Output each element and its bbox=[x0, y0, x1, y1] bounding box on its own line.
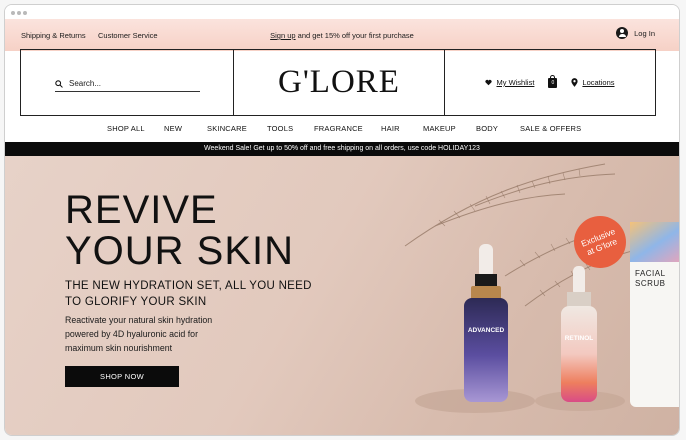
heart-icon bbox=[485, 79, 493, 86]
hero-description-line: Reactivate your natural skin hydration bbox=[65, 315, 213, 325]
locations-label: Locations bbox=[582, 78, 615, 87]
hero-description-line: powered by 4D hyaluronic acid for bbox=[65, 329, 199, 339]
hero-title-line: YOUR SKIN bbox=[65, 229, 295, 273]
search-icon bbox=[55, 79, 63, 88]
nav-item-tools[interactable]: TOOLS bbox=[267, 124, 293, 133]
window-dot bbox=[17, 11, 21, 15]
browser-window: Shipping & Returns Customer Service Sign… bbox=[4, 4, 680, 436]
scrub-label-line: FACIAL bbox=[635, 269, 666, 278]
hero-subtitle: THE NEW HYDRATION SET, ALL YOU NEED TO G… bbox=[65, 278, 315, 310]
search-input[interactable] bbox=[69, 79, 189, 88]
site-header: G'LORE My Wishlist 0 Locations bbox=[20, 49, 656, 116]
hero-subtitle-line: THE NEW HYDRATION SET, ALL YOU NEED bbox=[65, 280, 312, 292]
facial-scrub-tube bbox=[630, 222, 679, 407]
login-label: Log In bbox=[634, 28, 655, 38]
nav-item-skincare[interactable]: SKINCARE bbox=[207, 124, 247, 133]
hero-subtitle-line: TO GLORIFY YOUR SKIN bbox=[65, 296, 207, 308]
shop-now-button[interactable]: SHOP NOW bbox=[65, 366, 179, 387]
hero-title: REVIVE YOUR SKIN bbox=[65, 190, 294, 272]
shopping-bag-icon[interactable]: 0 bbox=[548, 74, 558, 88]
wishlist-link[interactable]: My Wishlist bbox=[485, 78, 534, 87]
window-chrome bbox=[5, 5, 679, 19]
locations-link[interactable]: Locations bbox=[571, 78, 615, 87]
hero-description: Reactivate your natural skin hydration p… bbox=[65, 313, 255, 355]
nav-item-hair[interactable]: HAIR bbox=[381, 124, 400, 133]
nav-item-sale-offers[interactable]: SALE & OFFERS bbox=[520, 124, 581, 133]
signup-promo: Sign up and get 15% off your first purch… bbox=[5, 31, 679, 40]
location-pin-icon bbox=[571, 78, 578, 87]
site-logo[interactable]: G'LORE bbox=[278, 64, 400, 101]
search-bar[interactable] bbox=[55, 76, 200, 92]
advanced-bottle-label: ADVANCED bbox=[467, 327, 505, 334]
user-icon bbox=[616, 27, 629, 39]
advanced-serum-bottle bbox=[464, 244, 508, 402]
login-button[interactable]: Log In bbox=[616, 27, 655, 39]
window-dot bbox=[23, 11, 27, 15]
promo-text: and get 15% off your first purchase bbox=[295, 31, 414, 40]
nav-item-new[interactable]: NEW bbox=[164, 124, 182, 133]
retinol-bottle-label: RETINOL bbox=[564, 335, 594, 342]
sale-banner: Weekend Sale! Get up to 50% off and free… bbox=[5, 142, 679, 156]
nav-item-fragrance[interactable]: FRAGRANCE bbox=[314, 124, 363, 133]
announcement-topbar: Shipping & Returns Customer Service Sign… bbox=[5, 19, 679, 51]
main-nav: SHOP ALL NEW SKINCARE TOOLS FRAGRANCE HA… bbox=[5, 122, 679, 138]
window-dot bbox=[11, 11, 15, 15]
account-cell: My Wishlist 0 Locations bbox=[445, 50, 655, 115]
nav-item-body[interactable]: BODY bbox=[476, 124, 498, 133]
retinol-serum-bottle bbox=[561, 266, 597, 402]
hero-title-line: REVIVE bbox=[65, 188, 218, 232]
search-cell bbox=[21, 50, 234, 115]
logo-cell: G'LORE bbox=[234, 50, 445, 115]
nav-item-shop-all[interactable]: SHOP ALL bbox=[107, 124, 145, 133]
facial-scrub-label: FACIAL SCRUB bbox=[635, 269, 666, 289]
scrub-label-line: SCRUB bbox=[635, 279, 666, 288]
hero-description-line: maximum skin nourishment bbox=[65, 343, 173, 353]
wishlist-label: My Wishlist bbox=[496, 78, 535, 87]
nav-item-makeup[interactable]: MAKEUP bbox=[423, 124, 456, 133]
signup-link[interactable]: Sign up bbox=[270, 31, 295, 40]
hero-banner: REVIVE YOUR SKIN THE NEW HYDRATION SET, … bbox=[5, 156, 679, 435]
